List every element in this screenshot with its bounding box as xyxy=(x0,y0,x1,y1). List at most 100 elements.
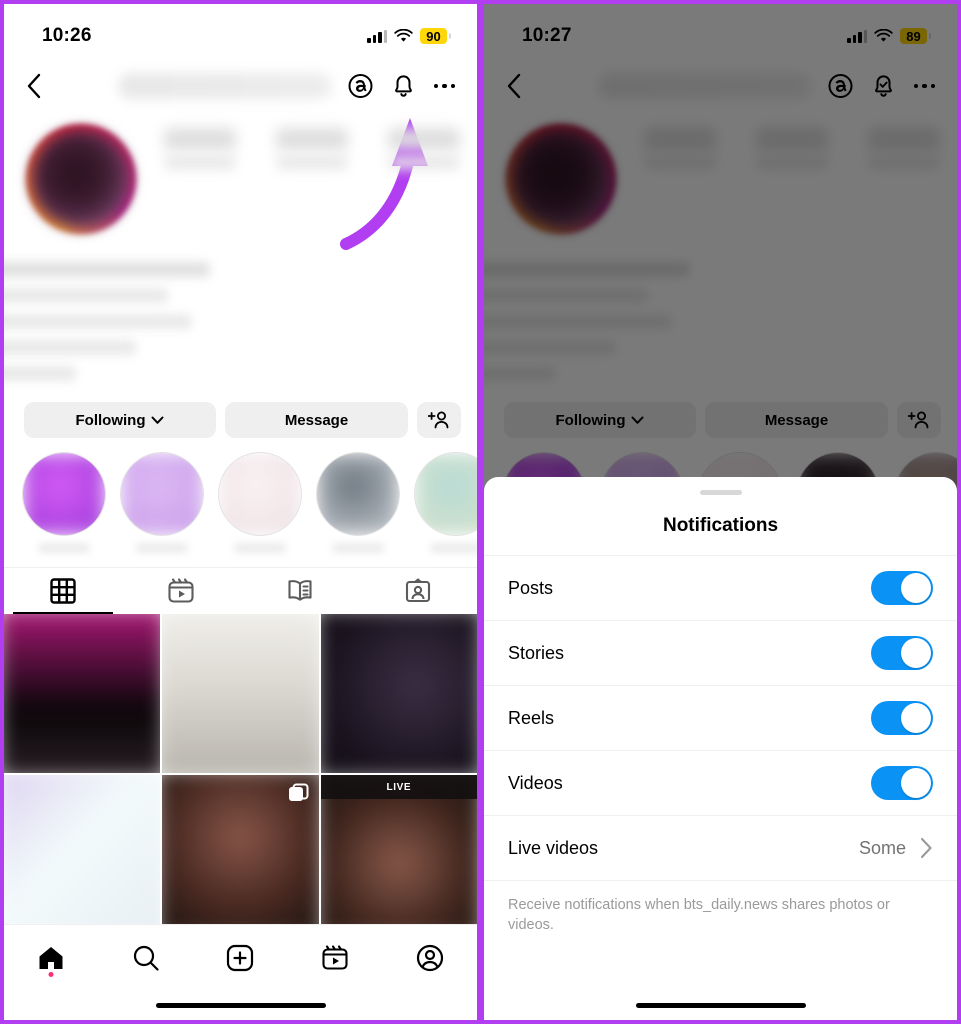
profile-nav-item[interactable] xyxy=(402,935,458,981)
guides-book-icon xyxy=(288,580,312,601)
toggle-knob xyxy=(901,768,931,798)
add-person-button[interactable] xyxy=(417,402,461,438)
grid-icon xyxy=(50,578,76,604)
search-icon xyxy=(133,945,159,971)
posts-grid: LIVE xyxy=(4,614,477,935)
post-1[interactable] xyxy=(4,614,161,774)
battery-indicator: 90 xyxy=(420,28,447,44)
back-chevron-icon[interactable] xyxy=(18,73,48,99)
chevron-right-icon xyxy=(920,837,932,859)
row-control xyxy=(871,636,933,670)
bottom-nav-bar xyxy=(4,924,477,1020)
toggle-knob xyxy=(901,638,931,668)
highlight-item[interactable] xyxy=(218,452,302,553)
toggle-stories[interactable] xyxy=(871,636,933,670)
notification-row-stories[interactable]: Stories xyxy=(484,621,957,686)
profile-stats-row xyxy=(138,128,461,169)
bio-line xyxy=(4,340,136,355)
dual-screenshot-comparison: 10:26 90 Following Message LIVE Notifica… xyxy=(0,0,961,1024)
highlight-item[interactable] xyxy=(414,452,477,553)
toggle-reels[interactable] xyxy=(871,701,933,735)
post-5[interactable] xyxy=(162,775,319,935)
grid-tab[interactable] xyxy=(4,568,122,614)
profile-action-buttons: Following Message xyxy=(4,392,477,438)
notifications-bottom-sheet: Notifications Posts Stories Reels Videos… xyxy=(484,477,957,1020)
avatar[interactable] xyxy=(18,118,138,236)
row-control xyxy=(871,766,933,800)
home-notification-badge xyxy=(48,972,54,977)
stat-following[interactable] xyxy=(388,128,460,169)
left-screen-content: 10:26 90 Following Message LIVE xyxy=(4,4,477,1020)
row-label: Reels xyxy=(508,707,555,728)
row-label: Stories xyxy=(508,642,565,663)
row-label: Posts xyxy=(508,577,554,598)
following-label: Following xyxy=(75,411,146,429)
notification-row-videos[interactable]: Videos xyxy=(484,751,957,816)
threads-icon[interactable] xyxy=(348,73,373,99)
bio-line xyxy=(4,314,192,329)
reels-nav-item[interactable] xyxy=(307,935,363,981)
nav-action-icons xyxy=(348,73,460,100)
toggle-knob xyxy=(901,573,931,603)
home-icon xyxy=(39,947,63,969)
avatar-image xyxy=(31,129,131,229)
highlight-item[interactable] xyxy=(316,452,400,553)
add-person-icon xyxy=(428,411,449,429)
notification-row-reels[interactable]: Reels xyxy=(484,686,957,751)
create-nav-item[interactable] xyxy=(212,935,268,981)
live-badge: LIVE xyxy=(320,775,477,800)
sheet-footer-text: Receive notifications when bts_daily.new… xyxy=(508,897,890,934)
message-button[interactable]: Message xyxy=(225,402,408,438)
tagged-tab[interactable] xyxy=(359,568,477,614)
status-bar: 10:26 90 xyxy=(4,4,477,60)
live-videos-value: Some xyxy=(858,837,906,858)
profile-nav-bar xyxy=(4,60,477,112)
bell-icon[interactable] xyxy=(391,73,416,100)
carousel-icon xyxy=(288,783,310,810)
sheet-grabber[interactable] xyxy=(699,490,742,495)
profile-username-redacted xyxy=(118,73,332,99)
bio-line xyxy=(4,366,76,381)
sheet-title: Notifications xyxy=(662,515,779,536)
story-highlights xyxy=(4,438,477,553)
highlight-item[interactable] xyxy=(120,452,204,553)
plus-square-icon xyxy=(227,944,254,972)
bio-line xyxy=(4,288,168,303)
row-label: Live videos xyxy=(508,837,599,858)
left-phone-screen: 10:26 90 Following Message LIVE xyxy=(0,0,481,1024)
status-clock: 10:26 xyxy=(42,25,92,46)
toggle-posts[interactable] xyxy=(871,571,933,605)
row-control xyxy=(871,701,933,735)
stat-posts[interactable] xyxy=(164,128,236,169)
row-control xyxy=(871,571,933,605)
post-4[interactable] xyxy=(4,775,161,935)
post-2[interactable] xyxy=(162,614,319,774)
following-button[interactable]: Following xyxy=(24,402,216,438)
post-3[interactable] xyxy=(320,614,477,774)
stat-followers[interactable] xyxy=(276,128,348,169)
chevron-down-icon xyxy=(151,416,164,424)
bio-line xyxy=(4,262,210,277)
right-phone-screen: 10:27 89 xyxy=(481,0,961,1024)
wifi-icon xyxy=(394,28,413,43)
search-nav-item[interactable] xyxy=(118,935,174,981)
home-nav-item[interactable] xyxy=(23,935,79,981)
highlight-item[interactable] xyxy=(22,452,106,553)
reels-icon xyxy=(168,578,194,603)
guides-tab[interactable] xyxy=(241,568,359,614)
right-screen-content: 10:27 89 xyxy=(484,4,957,1020)
toggle-videos[interactable] xyxy=(871,766,933,800)
post-6[interactable]: LIVE xyxy=(320,775,477,935)
row-control: Some xyxy=(859,837,933,859)
home-indicator xyxy=(635,1003,806,1008)
more-options-icon[interactable] xyxy=(433,83,455,89)
status-indicators: 90 xyxy=(367,28,447,44)
reels-tab[interactable] xyxy=(122,568,240,614)
tagged-person-icon xyxy=(405,578,430,603)
home-indicator xyxy=(155,1003,326,1008)
notification-row-posts[interactable]: Posts xyxy=(484,556,957,621)
toggle-knob xyxy=(901,703,931,733)
profile-stats-and-bio xyxy=(138,118,461,169)
notification-row-live-videos[interactable]: Live videos Some xyxy=(484,816,957,881)
profile-bio xyxy=(4,262,477,381)
